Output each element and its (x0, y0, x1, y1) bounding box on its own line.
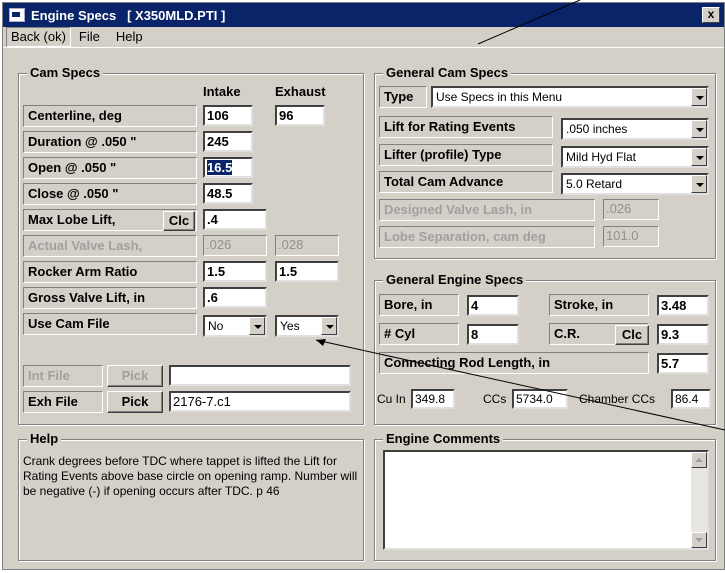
rocker-exhaust-input[interactable]: 1.5 (275, 261, 339, 282)
stroke-label: Stroke, in (549, 294, 649, 316)
chevron-down-icon[interactable] (691, 175, 707, 193)
cam-advance-select[interactable]: 5.0 Retard (561, 173, 709, 195)
actual-lash-intake-input: .026 (203, 235, 267, 256)
rocker-ratio-label: Rocker Arm Ratio (23, 261, 197, 283)
engine-comments-title: Engine Comments (383, 431, 504, 446)
chamber-ccs-input[interactable]: 86.4 (671, 389, 711, 409)
int-file-pick-button: Pick (107, 365, 163, 387)
menu-help[interactable]: Help (108, 28, 151, 46)
col-exhaust-header: Exhaust (275, 84, 326, 99)
cyl-label: # Cyl (379, 323, 459, 345)
cuin-label: Cu In (377, 392, 406, 406)
cam-advance-value: 5.0 Retard (566, 177, 623, 191)
cuin-input[interactable]: 349.8 (411, 389, 455, 409)
type-select[interactable]: Use Specs in this Menu (431, 86, 709, 108)
scroll-down-icon[interactable] (691, 532, 707, 548)
help-group: Help Crank degrees before TDC where tapp… (18, 431, 364, 561)
general-engine-specs-group: General Engine Specs Bore, in 4 Stroke, … (374, 272, 716, 425)
ccs-label: CCs (483, 392, 507, 406)
lobe-separation-label: Lobe Separation, cam deg (379, 226, 595, 248)
actual-lash-label: Actual Valve Lash, (23, 235, 197, 257)
type-label: Type (379, 86, 427, 108)
exh-file-input[interactable]: 2176-7.c1 (169, 391, 351, 412)
rating-events-value: .050 inches (566, 122, 628, 136)
title-bar: Engine Specs [ X350MLD.PTI ] x (3, 3, 724, 27)
comments-scrollbar[interactable] (691, 452, 707, 548)
int-file-input[interactable] (169, 365, 351, 386)
help-title: Help (27, 431, 62, 446)
exh-file-label: Exh File (23, 391, 103, 413)
chevron-down-icon[interactable] (321, 317, 337, 335)
cam-advance-label: Total Cam Advance (379, 171, 553, 193)
actual-lash-exhaust-input: .028 (275, 235, 339, 256)
engine-comments-group: Engine Comments (374, 431, 716, 561)
rod-length-label: Connecting Rod Length, in (379, 352, 649, 374)
chevron-down-icon[interactable] (249, 317, 265, 335)
gross-lift-label: Gross Valve Lift, in (23, 287, 197, 309)
cr-label-text: C.R. (554, 326, 580, 341)
int-file-label: Int File (23, 365, 103, 387)
close-intake-input[interactable]: 48.5 (203, 183, 253, 204)
use-cam-exhaust-select[interactable]: Yes (275, 315, 339, 337)
rating-events-label: Lift for Rating Events (379, 116, 553, 138)
use-cam-intake-select[interactable]: No (203, 315, 267, 337)
gross-lift-intake-input[interactable]: .6 (203, 287, 267, 308)
app-icon (9, 8, 25, 22)
type-value: Use Specs in this Menu (436, 90, 563, 104)
centerline-label: Centerline, deg (23, 105, 197, 127)
chevron-down-icon[interactable] (691, 148, 707, 166)
cr-clc-button[interactable]: Clc (615, 325, 649, 345)
engine-specs-window: Engine Specs [ X350MLD.PTI ] x Back (ok)… (2, 2, 725, 570)
stroke-input[interactable]: 3.48 (657, 295, 709, 316)
general-cam-specs-group: General Cam Specs Type Use Specs in this… (374, 65, 716, 259)
exh-file-pick-button[interactable]: Pick (107, 391, 163, 413)
menu-file[interactable]: File (71, 28, 108, 46)
use-cam-intake-value: No (208, 319, 224, 333)
rod-length-input[interactable]: 5.7 (657, 353, 709, 374)
rocker-intake-input[interactable]: 1.5 (203, 261, 267, 282)
menu-back[interactable]: Back (ok) (6, 27, 71, 47)
designed-lash-input: .026 (603, 199, 659, 220)
cam-specs-title: Cam Specs (27, 65, 104, 80)
duration-intake-input[interactable]: 245 (203, 131, 253, 152)
bore-input[interactable]: 4 (467, 295, 519, 316)
max-lobe-lift-text: Max Lobe Lift, (28, 212, 116, 227)
scroll-up-icon[interactable] (691, 452, 707, 468)
open-label: Open @ .050 " (23, 157, 197, 179)
use-cam-file-label: Use Cam File (23, 313, 197, 335)
general-engine-specs-title: General Engine Specs (383, 272, 527, 287)
chevron-down-icon[interactable] (691, 120, 707, 138)
help-text: Crank degrees before TDC where tappet is… (23, 454, 358, 498)
close-label: Close @ .050 " (23, 183, 197, 205)
lifter-type-value: Mild Hyd Flat (566, 150, 637, 164)
cam-specs-group: Cam Specs Intake Exhaust Centerline, deg… (18, 65, 364, 425)
max-lobe-clc-button[interactable]: Clc (163, 211, 195, 231)
close-button[interactable]: x (702, 7, 720, 23)
centerline-intake-input[interactable]: 106 (203, 105, 253, 126)
cr-input[interactable]: 9.3 (657, 324, 709, 345)
general-cam-specs-title: General Cam Specs (383, 65, 512, 80)
lobe-separation-input: 101.0 (603, 226, 659, 247)
max-lobe-intake-input[interactable]: .4 (203, 209, 267, 230)
lifter-type-select[interactable]: Mild Hyd Flat (561, 146, 709, 168)
chamber-ccs-label: Chamber CCs (579, 392, 656, 406)
engine-comments-textarea[interactable] (383, 450, 709, 550)
lifter-type-label: Lifter (profile) Type (379, 144, 553, 166)
chevron-down-icon[interactable] (691, 88, 707, 106)
cyl-input[interactable]: 8 (467, 324, 519, 345)
rating-events-select[interactable]: .050 inches (561, 118, 709, 140)
centerline-exhaust-input[interactable]: 96 (275, 105, 325, 126)
open-intake-input[interactable]: 16.5 (203, 157, 253, 178)
window-title: Engine Specs [ X350MLD.PTI ] (31, 7, 226, 23)
open-intake-value: 16.5 (207, 160, 233, 175)
duration-label: Duration @ .050 " (23, 131, 197, 153)
col-intake-header: Intake (203, 84, 241, 99)
use-cam-exhaust-value: Yes (280, 319, 300, 333)
bore-label: Bore, in (379, 294, 459, 316)
menu-bar: Back (ok) File Help (3, 27, 724, 48)
designed-lash-label: Designed Valve Lash, in (379, 199, 595, 221)
ccs-input[interactable]: 5734.0 (512, 389, 568, 409)
